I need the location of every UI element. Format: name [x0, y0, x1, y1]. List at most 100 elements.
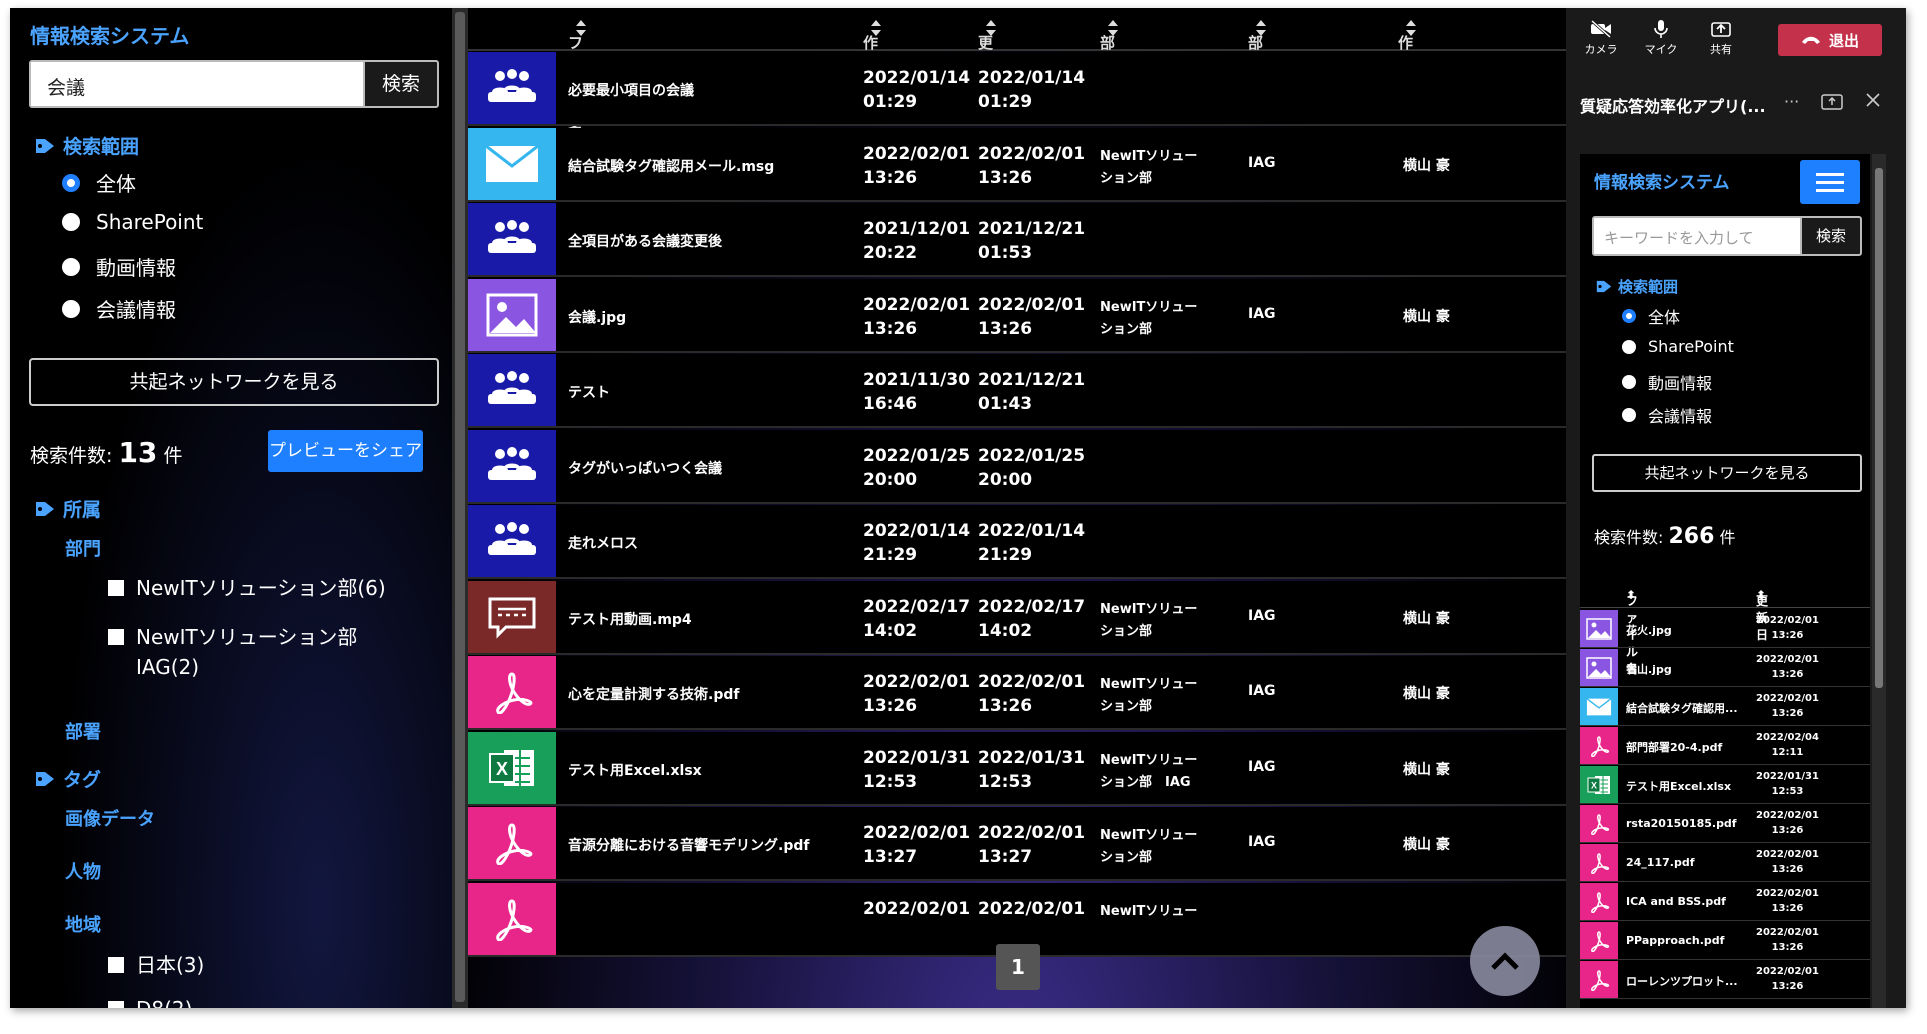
- col-author[interactable]: 作成者名: [1398, 20, 1416, 115]
- pdf-icon: [1591, 852, 1610, 874]
- scope-option-video[interactable]: 動画情報: [62, 252, 176, 281]
- embedded-table-row[interactable]: 結合試験タグ確認用... 2022/02/01 13:26: [1580, 688, 1870, 726]
- embedded-table-row[interactable]: X テスト用Excel.xlsx 2022/01/31 12:53: [1580, 766, 1870, 804]
- created-day: 2022/01/25: [863, 445, 971, 466]
- embedded-scope-all[interactable]: 全体: [1622, 304, 1680, 328]
- embedded-table-row[interactable]: rsta20150185.pdf 2022/02/01 13:26: [1580, 805, 1870, 843]
- embedded-scope-sharepoint[interactable]: SharePoint: [1622, 337, 1734, 356]
- col-section[interactable]: 部署名: [1248, 20, 1266, 94]
- table-row[interactable]: タグがいっぱいつく会議 2022/01/25 20:00 2022/01/25 20:0…: [468, 429, 1566, 504]
- dept-filter-1[interactable]: NewITソリューション部(6): [108, 573, 386, 603]
- file-name[interactable]: テスト: [568, 382, 610, 402]
- page-button[interactable]: 1: [996, 944, 1040, 990]
- file-name[interactable]: ICA and BSS.pdf: [1626, 895, 1746, 908]
- col-filename[interactable]: ファイル名: [568, 20, 586, 136]
- table-row[interactable]: 全項目がある会議変更後 2021/12/01 20:22 2021/12/21 01:5…: [468, 203, 1566, 277]
- file-name[interactable]: 24_117.pdf: [1626, 856, 1746, 869]
- dept-filter-2[interactable]: NewITソリューション部 IAG(2): [108, 622, 357, 682]
- popout-icon[interactable]: [1821, 92, 1844, 110]
- embedded-table-row[interactable]: 花火.jpg 2022/02/01 13:26: [1580, 610, 1870, 648]
- file-name[interactable]: テスト用Excel.xlsx: [1626, 778, 1746, 794]
- close-icon[interactable]: [1865, 92, 1881, 108]
- result-count: 検索件数: 13 件: [30, 436, 182, 469]
- scope-option-sharepoint[interactable]: SharePoint: [62, 210, 203, 234]
- app-frame: 情報検索システム 会議 検索 検索範囲 全体 SharePoint 動画情報 会…: [10, 8, 1906, 1008]
- file-name[interactable]: PPapproach.pdf: [1626, 934, 1746, 947]
- embedded-table-row[interactable]: 雪山.jpg 2022/02/01 13:26: [1580, 649, 1870, 687]
- more-options-icon[interactable]: ···: [1784, 92, 1799, 111]
- file-name[interactable]: 走れメロス: [568, 533, 638, 553]
- section-name: IAG: [1248, 758, 1276, 775]
- file-name[interactable]: 必要最小項目の会議: [568, 80, 694, 100]
- place-filter-1[interactable]: 日本(3): [108, 950, 204, 980]
- camera-button[interactable]: カメラ: [1576, 19, 1626, 57]
- table-row[interactable]: 心を定量計測する技術.pdf 2022/02/01 13:26 2022/02/01 1…: [468, 656, 1566, 730]
- place-filter-2[interactable]: D8(2): [108, 994, 192, 1008]
- file-name[interactable]: 花火.jpg: [1626, 622, 1746, 638]
- embedded-table-row[interactable]: 部門部署20-4.pdf 2022/02/04 12:11: [1580, 727, 1870, 765]
- scope-option-label: 会議情報: [96, 298, 176, 322]
- created-time: 16:46: [863, 394, 918, 414]
- table-row[interactable]: 必要最小項目の会議 2022/01/14 01:29 2022/01/14 01:29: [468, 52, 1566, 126]
- created-day: 2022/02/01: [863, 294, 971, 315]
- network-button[interactable]: 共起ネットワークを見る: [29, 358, 439, 406]
- share-preview-button[interactable]: プレビューをシェア: [268, 430, 423, 472]
- table-row[interactable]: 会議.jpg 2022/02/01 13:26 2022/02/01 13:26 NewI…: [468, 278, 1566, 353]
- search-button[interactable]: 検索: [363, 62, 437, 106]
- embedded-table-row[interactable]: PPapproach.pdf 2022/02/01 13:26: [1580, 922, 1870, 960]
- file-name[interactable]: 全項目がある会議変更後: [568, 231, 722, 251]
- embedded-table-row[interactable]: 24_117.pdf 2022/02/01 13:26: [1580, 844, 1870, 882]
- leave-button[interactable]: 退出: [1778, 24, 1882, 56]
- scrollbar-thumb[interactable]: [1875, 168, 1883, 688]
- col-dept[interactable]: 部門名: [1100, 20, 1118, 94]
- col-updated[interactable]: 更新日 ⬍: [1756, 588, 1768, 642]
- file-name[interactable]: テスト用動画.mp4: [568, 609, 692, 629]
- file-name[interactable]: 心を定量計測する技術.pdf: [568, 684, 739, 704]
- affiliation-heading: 所属: [35, 495, 101, 522]
- embedded-scope-meeting[interactable]: 会議情報: [1622, 403, 1712, 427]
- pdf-icon: [496, 823, 533, 865]
- file-name[interactable]: 雪山.jpg: [1626, 661, 1746, 677]
- table-row[interactable]: テスト 2021/11/30 16:46 2021/12/21 01:43: [468, 354, 1566, 428]
- created-day: 2022/02/17: [863, 596, 971, 617]
- file-name[interactable]: 部門部署20-4.pdf: [1626, 739, 1746, 755]
- created-date: 2022/01/25 20:00: [863, 444, 983, 492]
- col-filename[interactable]: ファイル名 ⬍: [1626, 588, 1638, 676]
- table-row[interactable]: 走れメロス 2022/01/14 21:29 2022/01/14 21:29: [468, 505, 1566, 579]
- col-created[interactable]: 作成日: [863, 20, 881, 94]
- scope-option-all[interactable]: 全体: [62, 168, 136, 197]
- embedded-search-button[interactable]: 検索: [1800, 218, 1860, 254]
- file-name[interactable]: 結合試験タグ確認用...: [1626, 700, 1746, 716]
- share-button[interactable]: 共有: [1696, 20, 1746, 57]
- scroll-top-button[interactable]: [1470, 926, 1540, 996]
- mic-button[interactable]: マイク: [1636, 20, 1686, 57]
- table-row[interactable]: テスト用動画.mp4 2022/02/17 14:02 2022/02/17 14:02…: [468, 580, 1566, 655]
- table-row[interactable]: 音源分離における音響モデリング.pdf 2022/02/01 13:27 2022/0…: [468, 807, 1566, 881]
- file-name[interactable]: 会議.jpg: [568, 307, 626, 327]
- embedded-table-row[interactable]: ICA and BSS.pdf 2022/02/01 13:26: [1580, 883, 1870, 921]
- embedded-scrollbar[interactable]: [1872, 154, 1886, 1008]
- scope-option-label: 全体: [1648, 308, 1681, 327]
- file-name[interactable]: ローレンツプロット...: [1626, 973, 1746, 989]
- embedded-search-input[interactable]: キーワードを入力して: [1594, 218, 1800, 254]
- table-row[interactable]: X テスト用Excel.xlsx 2022/01/31 12:53 2022/01/31…: [468, 731, 1566, 806]
- table-row[interactable]: 結合試験タグ確認用メール.msg 2022/02/01 13:26 2022/02/0…: [468, 127, 1566, 202]
- file-name[interactable]: 音源分離における音響モデリング.pdf: [568, 835, 809, 855]
- embedded-scope-video[interactable]: 動画情報: [1622, 370, 1712, 394]
- embedded-table-row[interactable]: ローレンツプロット... 2022/02/01 13:26: [1580, 961, 1870, 999]
- dept-name: NewITソリュー: [1100, 903, 1198, 919]
- search-input[interactable]: 会議: [31, 62, 363, 106]
- file-name[interactable]: rsta20150185.pdf: [1626, 817, 1746, 830]
- created-day: 2022/02/01: [863, 143, 971, 164]
- updated-day: 2022/01/31: [1756, 771, 1819, 782]
- scope-option-meeting[interactable]: 会議情報: [62, 294, 176, 323]
- meeting-icon: [488, 69, 536, 102]
- file-name[interactable]: テスト用Excel.xlsx: [568, 760, 702, 780]
- menu-button[interactable]: [1800, 160, 1860, 204]
- file-name[interactable]: 結合試験タグ確認用メール.msg: [568, 156, 774, 176]
- col-updated[interactable]: 更新日: [978, 20, 996, 94]
- sidebar-scrollbar[interactable]: [452, 8, 468, 1008]
- file-name[interactable]: タグがいっぱいつく会議: [568, 458, 722, 478]
- scrollbar-thumb[interactable]: [455, 12, 465, 1002]
- embedded-network-button[interactable]: 共起ネットワークを見る: [1592, 454, 1862, 492]
